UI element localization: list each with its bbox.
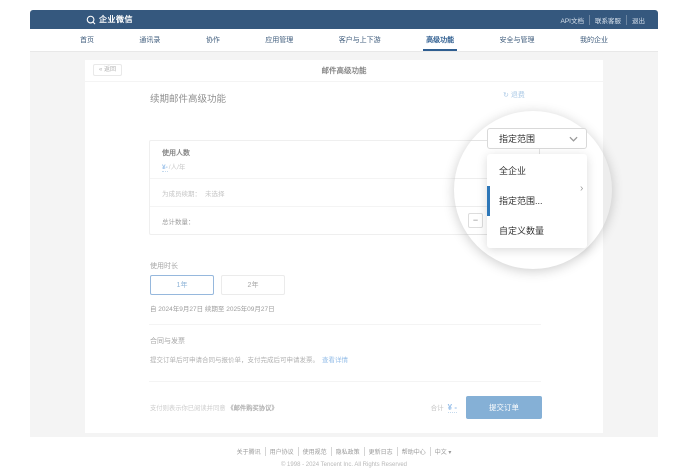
divider	[149, 324, 541, 325]
unit-price-unit: /人/年	[169, 164, 186, 171]
refund-link-label: 退费	[511, 90, 525, 100]
footer: 关于腾讯 用户协议 使用规范 隐私政策 更新日志 帮助中心 中文 ▾ © 199…	[0, 441, 688, 468]
tab-collaboration[interactable]: 协作	[206, 29, 220, 51]
refund-link[interactable]: ↻ 退费	[503, 90, 525, 100]
footer-link-language[interactable]: 中文 ▾	[430, 447, 456, 456]
back-button[interactable]: « 返回	[93, 64, 122, 76]
footer-links: 关于腾讯 用户协议 使用规范 隐私政策 更新日志 帮助中心 中文 ▾	[233, 447, 456, 456]
scope-select[interactable]: 指定范围	[487, 128, 587, 149]
renew-members-row[interactable]: 为成员续期： 未选择	[150, 178, 539, 206]
footer-link-user-agreement[interactable]: 用户协议	[265, 447, 298, 456]
tab-security-management[interactable]: 安全与管理	[500, 29, 535, 51]
footer-link-help-center[interactable]: 帮助中心	[397, 447, 430, 456]
footer-link-privacy-policy[interactable]: 隐私政策	[331, 447, 364, 456]
refresh-circle-icon: ↻	[503, 92, 509, 99]
page-title: 邮件高级功能	[85, 60, 603, 82]
scope-dropdown-menu: 全企业 指定范围... 自定义数量	[487, 154, 587, 248]
unit-price-value: ¥-	[162, 164, 168, 172]
tab-customers-upstream[interactable]: 客户与上下游	[339, 29, 381, 51]
copyright-text: © 1998 - 2024 Tencent Inc. All Rights Re…	[0, 462, 688, 468]
section-heading: 续期邮件高级功能	[150, 91, 226, 105]
topbar-link-api-docs[interactable]: API文档	[556, 15, 589, 25]
duration-options: 1年 2年	[150, 275, 285, 295]
screen: 企业微信 API文档 联系客服 退出 首页 通讯录 协作 应用管理 客户与上下游…	[0, 0, 688, 470]
scope-option-all-company[interactable]: 全企业	[487, 156, 587, 186]
footer-link-about-tencent[interactable]: 关于腾讯	[233, 447, 265, 456]
chevron-right-icon[interactable]: ›	[580, 183, 583, 194]
order-total: 合计 ¥ -	[431, 402, 457, 413]
duration-option-1-year[interactable]: 1年	[150, 275, 214, 295]
duration-option-2-years[interactable]: 2年	[221, 275, 285, 295]
wework-logo-text: 企业微信	[99, 14, 133, 25]
user-count-label: 使用人数	[162, 148, 527, 158]
renewal-period-text: 自 2024年9月27日 续期至 2025年09月27日	[150, 303, 275, 313]
topbar-link-logout[interactable]: 退出	[626, 15, 650, 25]
contract-invoice-title: 合同与发票	[150, 336, 185, 346]
footer-link-usage-rules[interactable]: 使用规范	[298, 447, 331, 456]
tab-contacts[interactable]: 通讯录	[139, 29, 160, 51]
topbar-links: API文档 联系客服 退出	[556, 15, 650, 25]
wework-logo[interactable]: 企业微信	[86, 14, 133, 25]
renew-members-label: 为成员续期：	[162, 188, 201, 198]
total-price: ¥ -	[448, 403, 457, 413]
wework-logo-icon	[86, 15, 96, 25]
view-details-link[interactable]: 查看详情	[322, 357, 348, 364]
tab-app-management[interactable]: 应用管理	[265, 29, 293, 51]
duration-label: 使用时长	[150, 261, 178, 271]
total-label: 合计	[431, 402, 444, 412]
checkout-bar: 支付则表示你已阅读并同意 《邮件购买协议》 合计 ¥ - 提交订单	[150, 394, 542, 420]
contract-desc-text: 提交订单后可申请合同与报价单，支付完成后可申请发票。	[150, 357, 319, 364]
total-quantity-label: 总计数量：	[162, 216, 195, 226]
user-count-row: 使用人数 ¥-/人/年	[150, 141, 539, 178]
topbar-link-contact-support[interactable]: 联系客服	[589, 15, 626, 25]
tab-my-company[interactable]: 我的企业	[580, 29, 608, 51]
agreement-text: 支付则表示你已阅读并同意 《邮件购买协议》	[150, 403, 278, 412]
tab-home[interactable]: 首页	[80, 29, 94, 51]
scope-select-value: 指定范围	[499, 132, 535, 145]
unit-price-line: ¥-/人/年	[162, 161, 527, 171]
purchase-agreement-link[interactable]: 《邮件购买协议》	[227, 405, 277, 412]
topbar: 企业微信 API文档 联系客服 退出	[30, 10, 658, 29]
renew-members-value: 未选择	[205, 188, 225, 198]
total-quantity-row: 总计数量： −	[150, 206, 539, 234]
tab-advanced-features[interactable]: 高级功能	[426, 29, 454, 51]
divider	[149, 381, 541, 382]
agreement-prefix: 支付则表示你已阅读并同意	[150, 405, 227, 412]
submit-order-button[interactable]: 提交订单	[466, 396, 542, 419]
pricing-box: 使用人数 ¥-/人/年 为成员续期： 未选择 总计数量： −	[149, 140, 540, 235]
main-nav: 首页 通讯录 协作 应用管理 客户与上下游 高级功能 安全与管理 我的企业	[30, 29, 658, 52]
scope-option-custom-quantity[interactable]: 自定义数量	[487, 216, 587, 246]
chevron-down-icon	[569, 136, 578, 142]
contract-invoice-desc: 提交订单后可申请合同与报价单，支付完成后可申请发票。查看详情	[150, 354, 348, 364]
scope-option-specified-range[interactable]: 指定范围...	[487, 186, 587, 216]
quantity-minus-button[interactable]: −	[468, 213, 483, 228]
card-header: « 返回 邮件高级功能	[85, 60, 603, 82]
footer-link-changelog[interactable]: 更新日志	[364, 447, 397, 456]
